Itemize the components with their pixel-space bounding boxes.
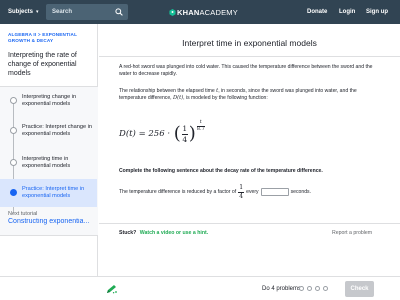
next-tutorial-link[interactable]: Constructing exponentia... <box>8 218 96 225</box>
video-dot-icon <box>10 97 17 104</box>
sidebar-item-label: Practice: Interpret change in exponentia… <box>22 124 92 137</box>
logo-leaf-icon <box>169 8 176 16</box>
sidebar-item-interpreting-time[interactable]: Interpreting time in exponential models <box>0 149 97 177</box>
para2-text-c: , is modeled by the following function: <box>183 95 268 101</box>
sentence-part-c: seconds. <box>290 189 311 195</box>
exponent-numerator: t <box>199 119 202 125</box>
tutorial-sidebar: ALGEBRA II > EXPONENTIAL GROWTH & DECAY … <box>0 24 98 300</box>
do-problems-label: Do 4 problems <box>262 286 302 292</box>
formula-lhs: D(t) = 256 · <box>119 129 173 139</box>
page-title: Interpret time in exponential models <box>182 38 317 48</box>
subjects-menu-button[interactable]: Subjects ▾ <box>8 0 39 24</box>
search-icon[interactable] <box>115 8 123 16</box>
progress-dot <box>323 286 328 291</box>
progress-dot <box>307 286 312 291</box>
exponent-denominator: 8.7 <box>196 126 205 132</box>
chevron-down-icon: ▾ <box>36 9 39 15</box>
base-denominator: 4 <box>182 134 188 144</box>
subjects-label: Subjects <box>8 9 34 15</box>
exercise-panel: Interpret time in exponential models A r… <box>99 24 400 300</box>
factor-fraction: 1 4 <box>238 183 245 200</box>
decay-formula: D(t) = 256 · ( 1 4 ) t 8.7 <box>119 117 205 151</box>
factor-numerator: 1 <box>239 183 244 191</box>
breadcrumb[interactable]: ALGEBRA II > EXPONENTIAL GROWTH & DECAY <box>8 32 94 44</box>
hint-link[interactable]: Watch a video or use a hint. <box>140 230 208 236</box>
search-input[interactable]: Search <box>52 9 115 15</box>
khan-academy-logo[interactable]: KHAN ACADEMY <box>169 0 238 24</box>
stuck-label: Stuck? <box>119 230 137 236</box>
sidebar-item-interpreting-change[interactable]: Interpreting change in exponential model… <box>0 87 97 115</box>
report-problem-link[interactable]: Report a problem <box>332 230 372 236</box>
sidebar-item-label: Practice: Interpret time in exponential … <box>22 186 85 199</box>
tutorial-title: Interpreting the rate of change of expon… <box>8 52 77 77</box>
sentence-part-a: The temperature difference is reduced by… <box>119 189 237 195</box>
title-divider <box>99 56 400 57</box>
factor-denominator: 4 <box>239 192 244 200</box>
progress-dot <box>315 286 320 291</box>
answer-sentence: The temperature difference is reduced by… <box>119 184 311 200</box>
login-link[interactable]: Login <box>339 0 355 24</box>
problem-paragraph-2: The relationship between the elapsed tim… <box>119 88 381 102</box>
problem-progress-dots <box>299 286 328 291</box>
exercise-dot-icon <box>10 189 17 196</box>
sentence-part-b: every <box>246 189 259 195</box>
next-tutorial-label: Next tutorial <box>8 211 38 217</box>
sidebar-item-label: Interpreting time in exponential models <box>22 156 71 169</box>
video-dot-icon <box>10 159 17 166</box>
logo-text-khan: KHAN <box>177 7 200 17</box>
donate-link[interactable]: Donate <box>307 0 327 24</box>
right-paren: ) <box>188 123 196 144</box>
instruction-text: Complete the following sentence about th… <box>119 168 323 174</box>
logo-text-academy: ACADEMY <box>199 7 238 17</box>
exercise-dot-icon <box>10 127 17 134</box>
top-nav-bar: Subjects ▾ Search KHAN ACADEMY Donate Lo… <box>0 0 400 24</box>
sidebar-item-practice-change[interactable]: Practice: Interpret change in exponentia… <box>0 117 97 145</box>
progress-dot <box>299 286 304 291</box>
sidebar-item-practice-time[interactable]: Practice: Interpret time in exponential … <box>0 179 97 207</box>
problem-paragraph-1: A red-hot sword was plunged into cold wa… <box>119 64 373 77</box>
seconds-answer-input[interactable] <box>260 188 289 196</box>
signup-link[interactable]: Sign up <box>366 0 388 24</box>
stuck-row: Stuck? Watch a video or use a hint. <box>119 230 208 236</box>
bottom-task-bar: Do 4 problems Check <box>0 276 400 300</box>
search-box[interactable]: Search <box>46 4 128 20</box>
para2-text-a: The relationship between the elapsed tim… <box>119 88 217 94</box>
sidebar-item-label: Interpreting change in exponential model… <box>22 94 77 107</box>
hint-divider <box>99 223 400 224</box>
exponent-fraction: t 8.7 <box>196 119 205 132</box>
left-paren: ( <box>173 123 181 144</box>
scratchpad-pencil-icon[interactable] <box>106 284 118 294</box>
check-answer-button[interactable]: Check <box>345 281 374 297</box>
base-fraction: 1 4 <box>181 123 188 144</box>
base-numerator: 1 <box>182 123 188 133</box>
var-d-of-t: D(t) <box>173 95 184 101</box>
